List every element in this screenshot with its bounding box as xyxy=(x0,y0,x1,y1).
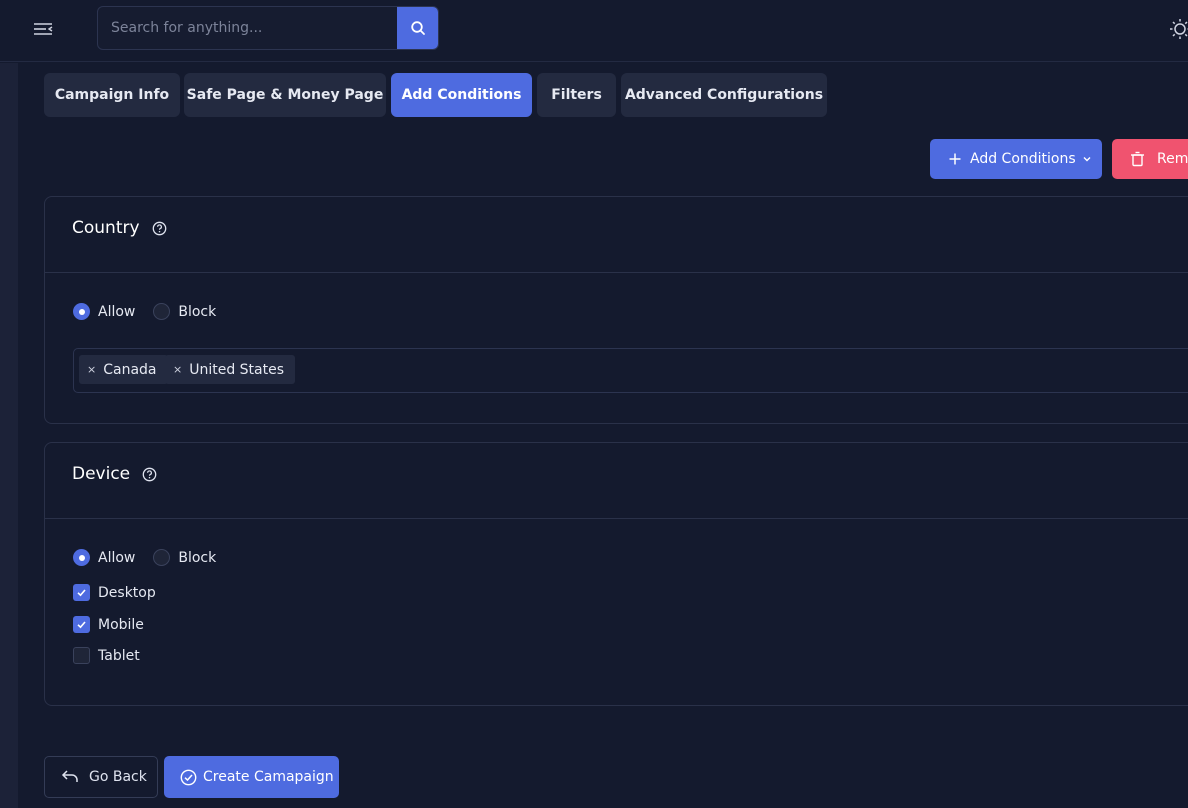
block-radio[interactable] xyxy=(153,303,171,320)
remove-tag-icon[interactable]: × xyxy=(173,363,182,376)
check-icon xyxy=(77,589,86,597)
allow-radio[interactable] xyxy=(73,303,90,320)
tablet-checkbox[interactable] xyxy=(73,647,90,664)
chevron-down-icon xyxy=(1083,157,1091,162)
trash-icon xyxy=(1131,151,1144,167)
search-bar xyxy=(97,6,439,50)
remove-button[interactable]: Remo xyxy=(1112,139,1188,179)
tab-label: Add Conditions xyxy=(401,87,522,103)
desktop-label: Desktop xyxy=(98,584,156,601)
country-tag: × United States xyxy=(165,355,296,384)
device-option-mobile: Mobile xyxy=(73,616,144,633)
country-tag-input[interactable]: × Canada × United States xyxy=(73,348,1188,393)
add-conditions-label: Add Conditions xyxy=(970,151,1076,167)
add-conditions-button[interactable]: Add Conditions xyxy=(930,139,1102,179)
device-option-desktop: Desktop xyxy=(73,584,156,601)
mobile-checkbox[interactable] xyxy=(73,616,90,633)
block-label: Block xyxy=(178,549,217,566)
tab-safe-page-money-page[interactable]: Safe Page & Money Page xyxy=(184,73,386,117)
tab-filters[interactable]: Filters xyxy=(537,73,616,117)
search-icon xyxy=(410,21,425,35)
help-icon[interactable] xyxy=(142,467,157,482)
card-title: Device xyxy=(72,464,157,484)
tab-advanced-configurations[interactable]: Advanced Configurations xyxy=(621,73,827,117)
allow-radio[interactable] xyxy=(73,549,90,566)
theme-toggle-sun-icon[interactable] xyxy=(1168,17,1188,41)
allow-label: Allow xyxy=(98,549,136,566)
card-title: Country xyxy=(72,218,167,238)
country-tag: × Canada xyxy=(79,355,168,384)
plus-icon xyxy=(949,153,961,165)
allow-label: Allow xyxy=(98,303,136,320)
tablet-label: Tablet xyxy=(98,647,140,664)
tab-add-conditions[interactable]: Add Conditions xyxy=(391,73,532,117)
device-title: Device xyxy=(72,464,131,484)
country-condition-card: Country Allow Block × Canada × United St… xyxy=(44,196,1188,424)
device-allow-block-group: Allow Block xyxy=(73,549,216,566)
card-header: Device xyxy=(45,443,1188,519)
remove-tag-icon[interactable]: × xyxy=(87,363,96,376)
tag-label: Canada xyxy=(103,361,157,378)
tab-label: Advanced Configurations xyxy=(624,87,824,103)
mobile-label: Mobile xyxy=(98,616,144,633)
remove-label: Remo xyxy=(1157,151,1188,167)
check-circle-icon xyxy=(180,769,197,785)
create-campaign-button[interactable]: Create Camapaign xyxy=(164,756,339,798)
device-condition-card: Device Allow Block Desktop Mobile Tablet xyxy=(44,442,1188,706)
country-allow-block-group: Allow Block xyxy=(73,303,216,320)
top-bar xyxy=(0,0,1188,62)
go-back-button[interactable]: Go Back xyxy=(44,756,158,798)
block-radio[interactable] xyxy=(153,549,171,566)
country-title: Country xyxy=(72,218,140,238)
check-icon xyxy=(77,621,86,629)
device-option-tablet: Tablet xyxy=(73,647,140,664)
create-campaign-label: Create Camapaign xyxy=(203,769,334,785)
block-label: Block xyxy=(178,303,217,320)
reply-arrow-icon xyxy=(61,770,78,782)
tab-label: Campaign Info xyxy=(54,87,170,103)
menu-toggle-icon[interactable] xyxy=(30,17,56,41)
sidebar-edge xyxy=(0,63,18,808)
tab-campaign-info[interactable]: Campaign Info xyxy=(44,73,180,117)
search-input[interactable] xyxy=(98,7,397,49)
tab-label: Filters xyxy=(551,87,602,103)
search-button[interactable] xyxy=(397,7,438,49)
tag-label: United States xyxy=(189,361,285,378)
desktop-checkbox[interactable] xyxy=(73,584,90,601)
help-icon[interactable] xyxy=(152,221,167,236)
tab-label: Safe Page & Money Page xyxy=(186,87,384,103)
go-back-label: Go Back xyxy=(89,769,147,785)
card-header: Country xyxy=(45,197,1188,273)
